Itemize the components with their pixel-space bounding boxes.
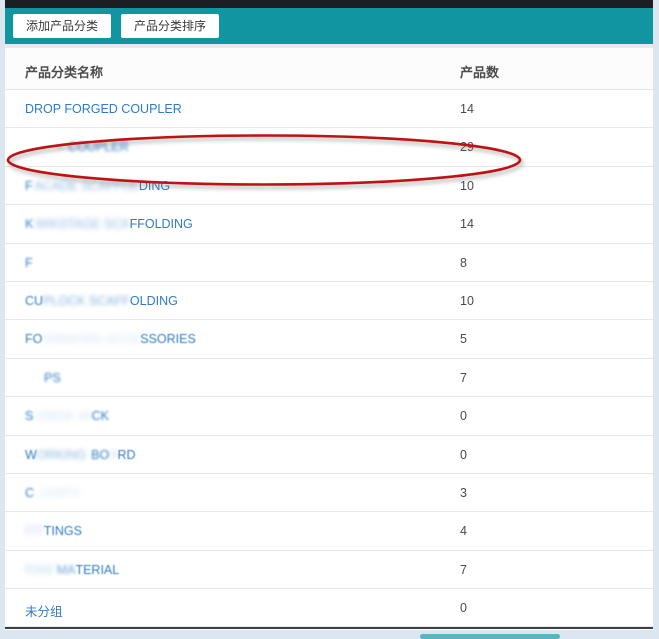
table-row: F8 (5, 244, 653, 282)
category-name-part: F (25, 256, 33, 270)
table-row: FACADE SCAFFOLDING 10 (5, 167, 653, 205)
category-name-part: COUPLER (68, 140, 128, 154)
column-header-count: 产品数 (460, 62, 499, 81)
product-count: 14 (460, 102, 474, 116)
category-name-part: OLDING (130, 294, 178, 308)
category-name-part: CREW JA (35, 409, 91, 423)
table-row: FORMWORK ACCESSORIES 5 (5, 320, 653, 358)
product-count: 14 (460, 217, 474, 231)
category-name-part: BO (91, 448, 109, 462)
category-link[interactable]: FORMWORK ACCESSORIES (25, 332, 196, 346)
category-link[interactable]: WORKING BOARD (25, 448, 136, 462)
add-category-button[interactable]: 添加产品分类 (13, 14, 111, 38)
product-count: 5 (460, 332, 467, 346)
category-name-part: TINGS (44, 524, 82, 538)
category-name-part: TERIAL (75, 563, 119, 577)
bottom-border-line (5, 627, 653, 629)
main-panel: 添加产品分类 产品分类排序 产品分类名称 产品数 DROP FORGED COU… (5, 0, 653, 630)
category-name-part: WIKSTAGE SCA (35, 217, 129, 231)
category-name-part: K (25, 217, 33, 231)
table-row: SCREW JACK 0 (5, 397, 653, 435)
product-count: 8 (460, 256, 467, 270)
category-name-part: S (25, 409, 33, 423)
product-count: 7 (460, 563, 467, 577)
category-name-part: CU (25, 294, 43, 308)
category-name-part: F (25, 179, 33, 193)
category-name-part: RAW (25, 563, 54, 577)
table-row: -COUPLER 29 (5, 128, 653, 166)
category-name-part: DING (139, 179, 170, 193)
category-link[interactable]: FACADE SCAFFOLDING (25, 179, 170, 193)
toolbar: 添加产品分类 产品分类排序 (5, 8, 653, 44)
table-row: 未分组 0 (5, 589, 653, 627)
category-link[interactable]: CUPLOCK SCAFFOLDING (25, 294, 178, 308)
table-row: PS 7 (5, 359, 653, 397)
product-count: 3 (460, 486, 467, 500)
category-name-part: DROP FORGED COUPLER (25, 102, 182, 116)
product-count: 10 (460, 294, 474, 308)
column-header-name: 产品分类名称 (25, 62, 103, 81)
product-count: 4 (460, 524, 467, 538)
category-name-part: ORKING (37, 448, 86, 462)
product-count: 0 (460, 601, 467, 615)
category-link[interactable]: PS (25, 371, 61, 385)
category-link[interactable]: CLAMPS (25, 486, 79, 500)
category-name-part: SSORIES (140, 332, 196, 346)
category-name-part: W (25, 448, 37, 462)
table-row: FITTINGS 4 (5, 512, 653, 550)
category-name-part: FIT (25, 524, 44, 538)
category-name-part: PS (44, 371, 61, 385)
table-row: CLAMPS 3 (5, 474, 653, 512)
category-name-part: FO (25, 332, 42, 346)
category-name-part: FFOLDING (130, 217, 193, 231)
category-name-part: RMWORK ACCE (44, 332, 140, 346)
category-name-part: RD (118, 448, 136, 462)
category-link[interactable]: SCREW JACK (25, 409, 109, 423)
category-name-part: - (58, 140, 62, 154)
category-link[interactable]: DROP FORGED COUPLER (25, 102, 182, 116)
category-name-part: 未分组 (25, 601, 63, 620)
category-link[interactable]: F (25, 256, 33, 270)
table-body: DROP FORGED COUPLER14-COUPLER29FACADE SC… (5, 90, 653, 627)
category-link[interactable]: -COUPLER (25, 140, 129, 154)
category-link[interactable]: KWIKSTAGE SCAFFOLDING (25, 217, 193, 231)
bottom-teal-sliver (420, 634, 560, 639)
category-name-part: MA (57, 563, 76, 577)
category-link[interactable]: 未分组 (25, 601, 63, 620)
product-count: 0 (460, 409, 467, 423)
product-count: 10 (460, 179, 474, 193)
category-name-part: CK (92, 409, 109, 423)
category-link[interactable]: FITTINGS (25, 524, 82, 538)
product-count: 7 (460, 371, 467, 385)
category-name-part: LAMPS (37, 486, 79, 500)
table-row: KWIKSTAGE SCAFFOLDING 14 (5, 205, 653, 243)
category-table: 产品分类名称 产品数 DROP FORGED COUPLER 14 -COUPLER… (5, 48, 653, 627)
category-name-part: C (25, 486, 34, 500)
top-black-bar (5, 0, 653, 8)
table-row: WORKING BOARD 0 (5, 436, 653, 474)
category-name-part: A (109, 448, 117, 462)
product-count: 0 (460, 448, 467, 462)
category-name-part: PLOCK SCAFF (43, 294, 130, 308)
sort-category-button[interactable]: 产品分类排序 (121, 14, 219, 38)
table-row: RAWMATERIAL 7 (5, 551, 653, 589)
product-count: 29 (460, 140, 474, 154)
table-row: CUPLOCK SCAFFOLDING 10 (5, 282, 653, 320)
category-link[interactable]: RAWMATERIAL (25, 563, 119, 577)
category-name-part: ACADE SCAFFOL (35, 179, 139, 193)
table-row: DROP FORGED COUPLER 14 (5, 90, 653, 128)
table-header-row: 产品分类名称 产品数 (5, 48, 653, 90)
